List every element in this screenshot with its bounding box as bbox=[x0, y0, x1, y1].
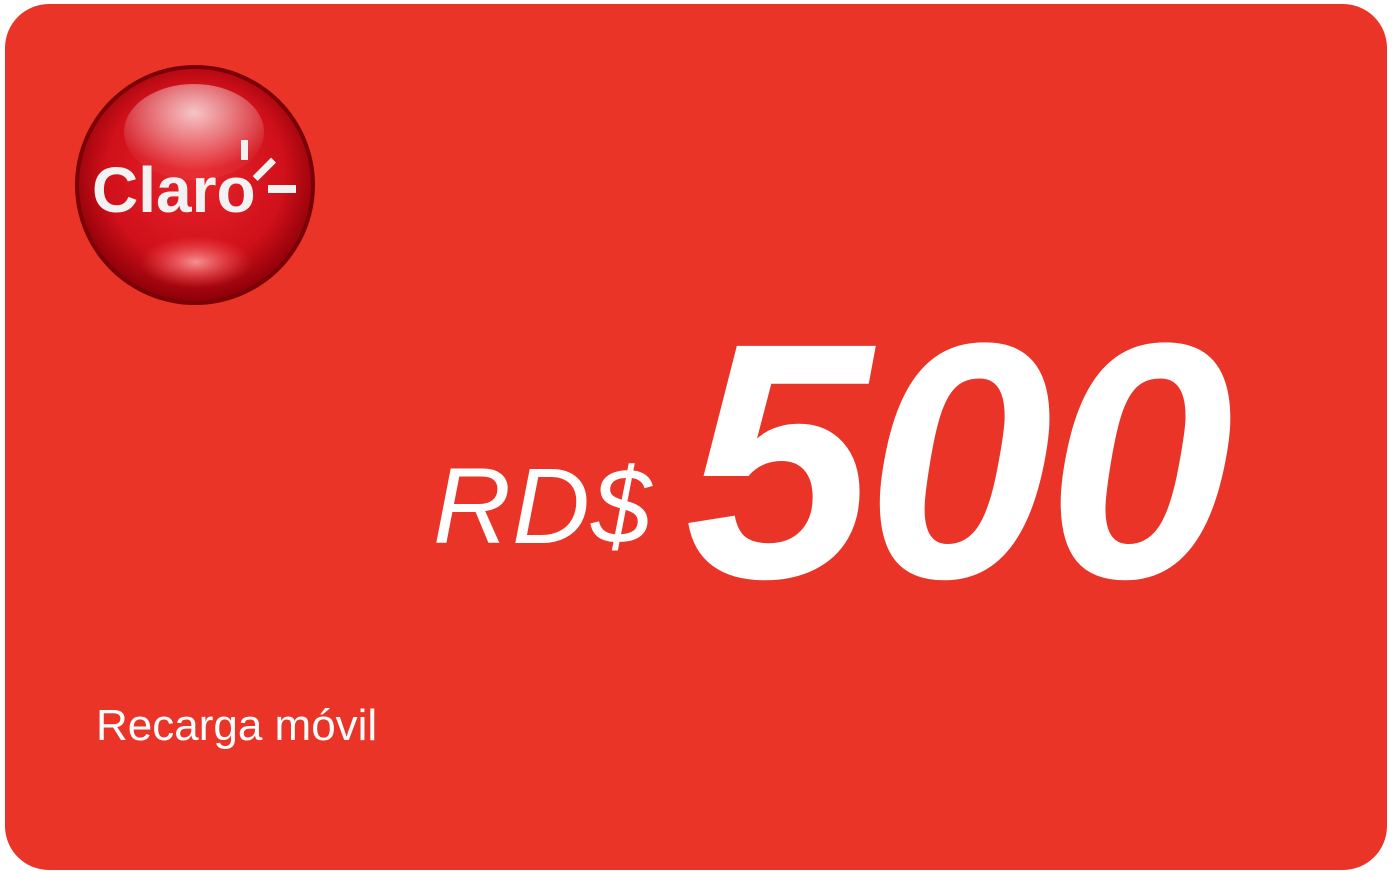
amount-value: 500 bbox=[685, 274, 1234, 649]
currency-label: RD$ bbox=[433, 445, 653, 566]
product-caption: Recarga móvil bbox=[96, 701, 378, 750]
svg-text:Claro: Claro bbox=[92, 154, 256, 226]
claro-logo-icon: Claro bbox=[74, 64, 316, 306]
recharge-card: Claro RD$ 500 Recarga móvil bbox=[5, 4, 1387, 870]
